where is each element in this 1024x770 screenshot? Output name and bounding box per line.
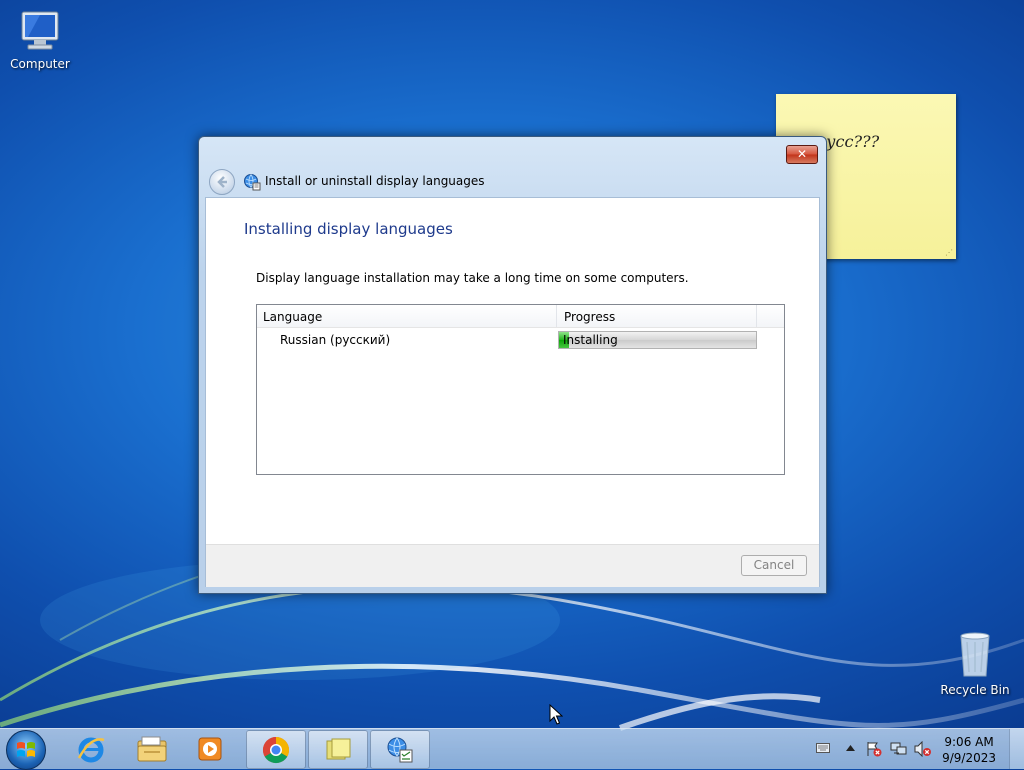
chrome-icon	[262, 736, 290, 764]
column-header-language[interactable]: Language	[263, 310, 322, 324]
back-arrow-icon	[217, 176, 227, 188]
recycle-bin-icon	[960, 632, 990, 677]
mouse-cursor-icon	[549, 704, 563, 725]
progress-status: Installing	[563, 333, 618, 347]
install-progress-bar: Installing	[558, 331, 757, 349]
show-desktop-button[interactable]	[1009, 729, 1024, 769]
taskbar-chrome[interactable]	[246, 730, 306, 769]
internet-explorer-icon	[77, 737, 105, 763]
cancel-button[interactable]: Cancel	[741, 555, 807, 576]
globe-icon	[244, 174, 261, 191]
desktop-icon-computer[interactable]: Computer	[0, 10, 80, 71]
language-list[interactable]: Language Progress Russian (русский) Inst…	[256, 304, 785, 475]
computer-icon	[21, 11, 59, 50]
taskbar: 9:06 AM 9/9/2023	[0, 728, 1024, 770]
keyboard-icon[interactable]	[816, 743, 830, 753]
action-center-flag-icon[interactable]	[866, 741, 882, 757]
page-title: Installing display languages	[244, 220, 453, 238]
taskbar-sticky-notes[interactable]	[308, 730, 368, 769]
media-player-icon	[198, 737, 222, 761]
list-header: Language Progress	[257, 305, 784, 328]
taskbar-media-player[interactable]	[182, 730, 240, 767]
system-clock[interactable]: 9:06 AM 9/9/2023	[942, 734, 996, 766]
back-button[interactable]	[209, 169, 235, 195]
desktop-icon-label: Recycle Bin	[940, 683, 1010, 697]
language-installer-icon	[387, 737, 413, 763]
taskbar-file-explorer[interactable]	[122, 730, 180, 767]
column-separator[interactable]	[556, 305, 557, 327]
column-separator[interactable]	[756, 305, 757, 327]
column-header-progress[interactable]: Progress	[564, 310, 615, 324]
clock-time: 9:06 AM	[944, 735, 994, 749]
windows-logo-icon	[17, 742, 35, 757]
sticky-notes-icon	[326, 738, 351, 760]
close-button[interactable]: ✕	[786, 145, 818, 164]
window-title: Install or uninstall display languages	[265, 174, 485, 188]
page-description: Display language installation may take a…	[256, 271, 689, 285]
install-languages-window: ✕ Install or uninstall display languages…	[198, 136, 827, 594]
taskbar-internet-explorer[interactable]	[62, 730, 120, 767]
language-name: Russian (русский)	[280, 333, 391, 347]
clock-date: 9/9/2023	[942, 751, 996, 765]
dialog-footer: Cancel	[206, 544, 819, 587]
volume-muted-icon[interactable]	[914, 741, 932, 757]
file-explorer-icon	[137, 736, 167, 762]
desktop-icon-recycle-bin[interactable]: Recycle Bin	[935, 630, 1015, 697]
desktop-icon-label: Computer	[10, 57, 70, 71]
resize-grip-icon[interactable]: ⋰	[945, 248, 953, 257]
network-icon[interactable]	[890, 741, 908, 757]
taskbar-language-installer[interactable]	[370, 730, 430, 769]
dialog-content: Installing display languages Display lan…	[205, 197, 820, 587]
start-button[interactable]	[6, 730, 46, 770]
chevron-up-icon[interactable]	[846, 745, 855, 751]
